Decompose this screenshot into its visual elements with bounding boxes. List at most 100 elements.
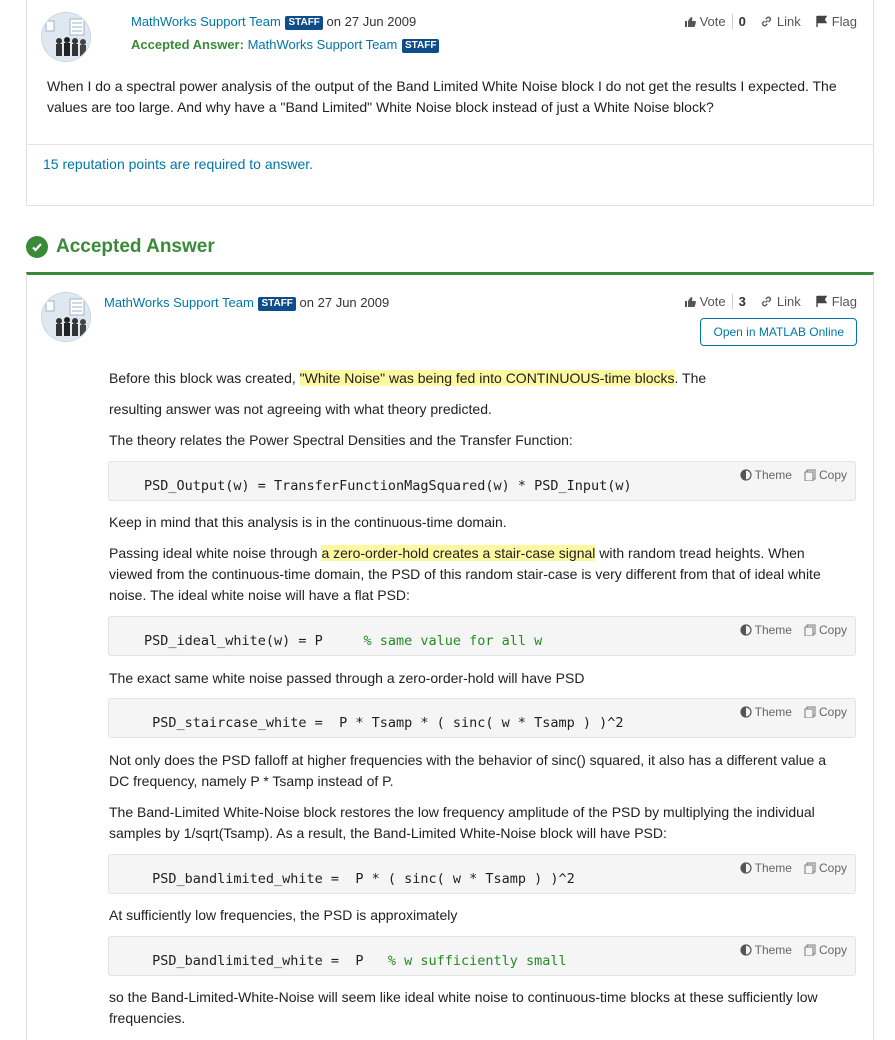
open-in-matlab-online-button[interactable]: Open in MATLAB Online: [700, 318, 857, 346]
copy-icon: [804, 862, 816, 874]
code-comment: % w sufficiently small: [387, 953, 567, 969]
code-tools: Theme Copy: [740, 861, 847, 875]
avatar-image: [42, 13, 90, 61]
code-text: PSD_staircase_white = P * Tsamp * ( sinc…: [144, 715, 624, 731]
theme-icon: [740, 706, 752, 718]
question-body: When I do a spectral power analysis of t…: [47, 78, 837, 115]
answer-paragraph: so the Band-Limited-White-Noise will see…: [109, 989, 818, 1026]
divider: [27, 144, 873, 145]
answer-actions: Vote 3 Link Flag: [684, 294, 857, 309]
flag-icon: [816, 15, 828, 27]
accepted-answer-heading: Accepted Answer: [26, 236, 215, 258]
paragraph-text: . The: [674, 370, 707, 386]
answer-paragraph: Not only does the PSD falloff at higher …: [109, 752, 827, 789]
copy-button[interactable]: Copy: [804, 861, 847, 875]
code-block: Theme Copy PSD_bandlimited_white = P * (…: [108, 854, 856, 894]
vote-button[interactable]: Vote: [684, 14, 726, 29]
copy-icon: [804, 944, 816, 956]
copy-icon: [804, 624, 816, 636]
copy-label: Copy: [818, 623, 847, 637]
answer-date: on 27 Jun 2009: [299, 295, 390, 310]
flag-button[interactable]: Flag: [815, 14, 857, 29]
vote-label: Vote: [699, 14, 726, 29]
theme-button[interactable]: Theme: [740, 468, 792, 482]
copy-label: Copy: [818, 468, 847, 482]
staff-badge: STAFF: [258, 297, 296, 311]
paragraph-text: Before this block was created,: [109, 370, 300, 386]
theme-label: Theme: [754, 623, 792, 637]
theme-icon: [740, 862, 752, 874]
answer-paragraph: Before this block was created, "White No…: [109, 368, 839, 389]
answer-paragraph: Passing ideal white noise through a zero…: [109, 543, 839, 606]
accepted-answer-label: Accepted Answer:: [131, 37, 244, 52]
author-avatar[interactable]: [41, 12, 91, 62]
link-label: Link: [776, 14, 801, 29]
theme-label: Theme: [754, 468, 792, 482]
theme-button[interactable]: Theme: [740, 943, 792, 957]
copy-label: Copy: [818, 705, 847, 719]
accepted-answer-author-link[interactable]: MathWorks Support Team: [248, 37, 398, 52]
answer-paragraph: Keep in mind that this analysis is in th…: [109, 514, 507, 530]
author-avatar[interactable]: [41, 292, 91, 342]
highlighted-text: a zero-order-hold creates a stair-case s…: [321, 545, 596, 561]
answer-card: MathWorks Support Team STAFF on 27 Jun 2…: [26, 272, 874, 1040]
answer-author-link[interactable]: MathWorks Support Team: [104, 295, 254, 310]
question-card: MathWorks Support Team STAFF on 27 Jun 2…: [26, 0, 874, 206]
thumbs-up-icon: [684, 296, 696, 307]
vote-label: Vote: [699, 294, 726, 309]
theme-button[interactable]: Theme: [740, 705, 792, 719]
copy-label: Copy: [818, 943, 847, 957]
link-button[interactable]: Link: [760, 294, 801, 309]
flag-label: Flag: [831, 14, 857, 29]
vote-button[interactable]: Vote: [684, 294, 726, 309]
check-circle-icon: [26, 236, 48, 258]
code-comment: % same value for all w: [363, 633, 543, 649]
copy-label: Copy: [818, 861, 847, 875]
staff-badge: STAFF: [402, 39, 440, 53]
code-tools: Theme Copy: [740, 468, 847, 482]
link-label: Link: [776, 294, 801, 309]
question-actions: Vote 0 Link Flag: [684, 14, 857, 29]
copy-button[interactable]: Copy: [804, 468, 847, 482]
link-icon: [761, 16, 771, 27]
answer-paragraph: The exact same white noise passed throug…: [109, 670, 585, 686]
theme-label: Theme: [754, 943, 792, 957]
theme-button[interactable]: Theme: [740, 861, 792, 875]
vote-count: 3: [731, 294, 746, 309]
copy-icon: [804, 469, 816, 481]
copy-icon: [804, 706, 816, 718]
code-block: Theme Copy PSD_Output(w) = TransferFunct…: [108, 461, 856, 501]
accepted-answer-title: Accepted Answer: [56, 236, 215, 257]
answer-paragraph: At sufficiently low frequencies, the PSD…: [109, 907, 458, 923]
code-tools: Theme Copy: [740, 623, 847, 637]
code-text: PSD_bandlimited_white = P * ( sinc( w * …: [144, 871, 575, 887]
copy-button[interactable]: Copy: [804, 623, 847, 637]
copy-button[interactable]: Copy: [804, 705, 847, 719]
question-date: on 27 Jun 2009: [326, 14, 417, 29]
vote-count: 0: [731, 14, 746, 29]
theme-icon: [740, 944, 752, 956]
code-text: PSD_bandlimited_white = P % w sufficient…: [144, 953, 567, 969]
answer-paragraph: The theory relates the Power Spectral De…: [109, 432, 573, 448]
code-block: Theme Copy PSD_bandlimited_white = P % w…: [108, 936, 856, 976]
flag-icon: [816, 295, 828, 307]
theme-label: Theme: [754, 861, 792, 875]
paragraph-text: Passing ideal white noise through: [109, 545, 322, 561]
copy-button[interactable]: Copy: [804, 943, 847, 957]
answer-author-line: MathWorks Support Team STAFF on 27 Jun 2…: [104, 295, 389, 311]
code-segment: PSD_ideal_white(w) = P: [144, 633, 364, 649]
thumbs-up-icon: [684, 16, 696, 27]
theme-icon: [740, 624, 752, 636]
code-tools: Theme Copy: [740, 705, 847, 719]
flag-button[interactable]: Flag: [815, 294, 857, 309]
question-author-link[interactable]: MathWorks Support Team: [131, 14, 281, 29]
code-text: PSD_Output(w) = TransferFunctionMagSquar…: [144, 478, 632, 494]
answer-paragraph: resulting answer was not agreeing with w…: [109, 401, 492, 417]
link-button[interactable]: Link: [760, 14, 801, 29]
code-text: PSD_ideal_white(w) = P % same value for …: [144, 633, 542, 649]
link-icon: [761, 296, 771, 307]
theme-button[interactable]: Theme: [740, 623, 792, 637]
code-tools: Theme Copy: [740, 943, 847, 957]
theme-icon: [740, 469, 752, 481]
code-segment: PSD_bandlimited_white = P: [144, 953, 388, 969]
